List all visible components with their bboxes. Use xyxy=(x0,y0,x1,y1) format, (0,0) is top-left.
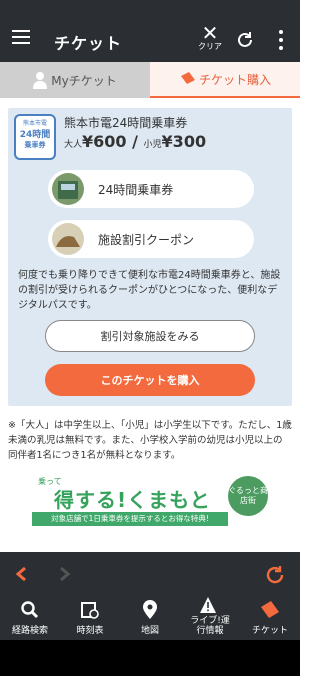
map-pin-icon xyxy=(142,599,158,621)
nav-live-info[interactable]: ライブ!運行情報 xyxy=(180,596,240,640)
tram-photo xyxy=(52,173,84,205)
ticket-tab-icon xyxy=(180,72,195,84)
search-icon xyxy=(21,599,39,621)
page-title: チケット xyxy=(54,34,123,53)
live-info-icon xyxy=(199,596,221,614)
banner-headline: 得する!くまもと xyxy=(54,488,211,512)
nav-label: ライブ!運行情報 xyxy=(190,616,230,636)
ticket-item-tram-pass[interactable]: 24時間乗車券 xyxy=(48,170,254,208)
ticket-description: 何度でも乗り降りできて便利な市電24時間乗車券と、施設の割引が受けられるクーポン… xyxy=(18,270,281,311)
view-facilities-button[interactable]: 割引対象施設をみる xyxy=(45,320,255,352)
ticket-logo-bottom: 乗車券 xyxy=(24,141,46,149)
ticket-name: 熊本市電24時間乗車券 xyxy=(64,116,188,130)
tab-my-ticket[interactable]: Myチケット xyxy=(0,62,150,98)
nav-timetable[interactable]: 時刻表 xyxy=(60,596,120,640)
browser-controls xyxy=(0,552,300,596)
child-price: ¥300 xyxy=(161,132,207,151)
more-vert-icon[interactable] xyxy=(278,30,284,50)
banner-circle-badge: ぐるっと商店街 xyxy=(228,476,268,516)
ticket-logo-top: 熊本市電 xyxy=(22,120,47,127)
banner-strip: 対象店舗で1日乗車券を提示するとお得な特典! xyxy=(32,512,228,526)
reload-icon[interactable] xyxy=(264,564,286,586)
ticket-item-label: 24時間乗車券 xyxy=(98,183,174,197)
back-arrow-icon[interactable] xyxy=(14,566,28,582)
nav-route-search[interactable]: 経路検索 xyxy=(0,596,60,640)
refresh-icon[interactable] xyxy=(235,30,255,50)
facility-photo xyxy=(52,223,84,255)
clear-button[interactable]: ✕ クリア xyxy=(196,21,224,52)
ticket-icon xyxy=(259,599,281,621)
forward-arrow-icon[interactable] xyxy=(58,566,72,582)
price-separator: / xyxy=(126,132,144,151)
ticket-logo: 熊本市電 24時間 乗車券 xyxy=(14,114,56,160)
system-bar xyxy=(0,640,300,676)
app-header: チケット ✕ クリア xyxy=(0,0,300,62)
nav-label: 経路検索 xyxy=(11,626,48,636)
child-label: 小児 xyxy=(143,140,162,150)
ticket-price: 大人¥600 / 小児¥300 xyxy=(64,132,206,151)
promo-banner[interactable]: 乗って 得する!くまもと ぐるっと商店街 対象店舗で1日乗車券を提示するとお得な… xyxy=(32,472,270,528)
buy-ticket-button[interactable]: このチケットを購入 xyxy=(45,364,255,396)
ticket-tabs: Myチケット チケット購入 xyxy=(0,62,300,98)
ticket-card: 熊本市電 24時間 乗車券 熊本市電24時間乗車券 大人¥600 / 小児¥30… xyxy=(8,108,292,406)
nav-label: 地図 xyxy=(140,626,159,636)
close-icon: ✕ xyxy=(201,21,219,45)
tab-my-label: Myチケット xyxy=(51,73,117,88)
nav-label: チケット xyxy=(251,626,288,636)
ticket-logo-mid: 24時間 xyxy=(19,130,51,140)
person-icon xyxy=(33,72,48,89)
bottom-nav: 経路検索 時刻表 地図 ライブ!運行情報 チケット xyxy=(0,596,300,640)
nav-map[interactable]: 地図 xyxy=(120,596,180,640)
tab-buy-label: チケット購入 xyxy=(198,72,271,87)
age-note: ※「大人」は中学生以上、「小児」は小学生以下です。ただし、1歳未満の乳児は無料で… xyxy=(8,420,292,461)
clear-label: クリア xyxy=(198,42,222,51)
tab-buy-ticket[interactable]: チケット購入 xyxy=(150,62,300,98)
adult-price: ¥600 xyxy=(82,132,127,151)
nav-label: 時刻表 xyxy=(76,626,104,636)
nav-ticket[interactable]: チケット xyxy=(240,596,300,640)
timetable-icon xyxy=(81,599,99,621)
menu-icon[interactable] xyxy=(12,30,30,44)
ticket-item-label: 施設割引クーポン xyxy=(98,233,195,247)
adult-label: 大人 xyxy=(64,140,83,150)
ticket-item-coupon[interactable]: 施設割引クーポン xyxy=(48,220,254,258)
